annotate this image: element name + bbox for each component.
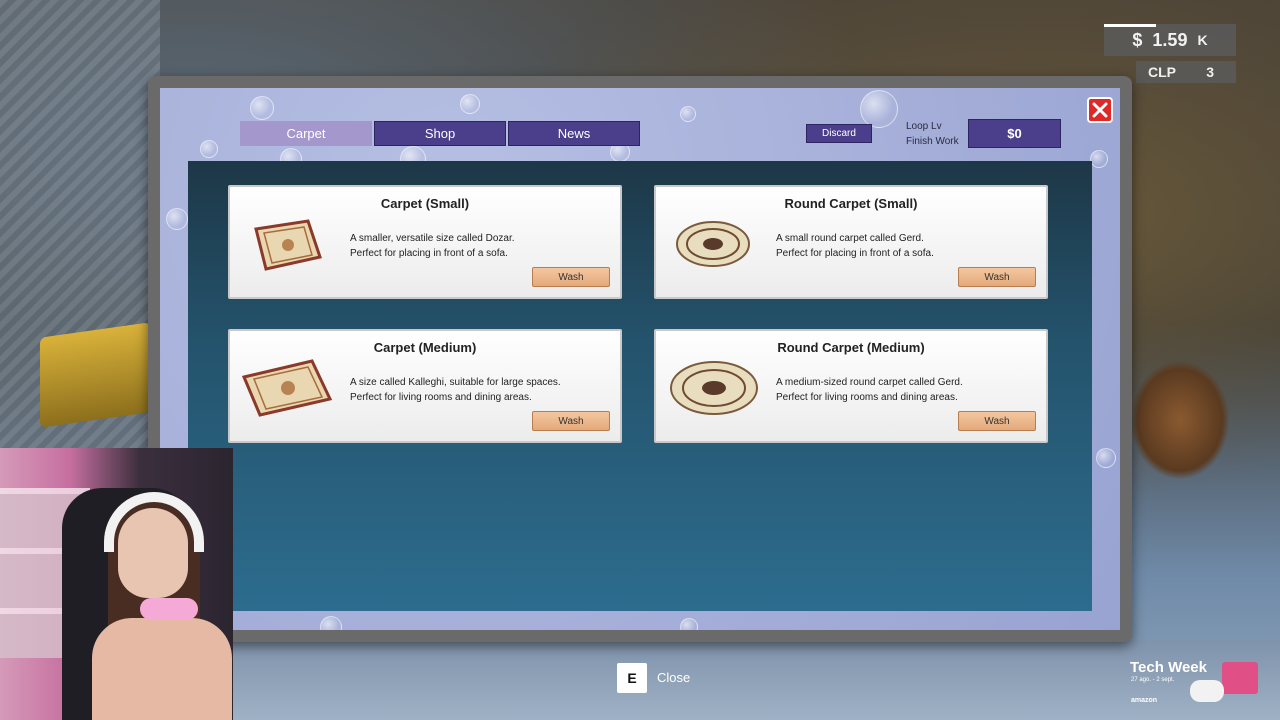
card-title: Carpet (Medium) <box>373 340 477 355</box>
close-window-button[interactable] <box>1087 97 1113 123</box>
tab-shop[interactable]: Shop <box>374 121 506 146</box>
card-desc-line: A medium-sized round carpet called Gerd. <box>776 377 963 388</box>
background-toolbox <box>40 322 150 428</box>
wash-button[interactable]: Wash <box>958 411 1036 431</box>
round-carpet-card-small: Round Carpet (Small) A small round carpe… <box>654 185 1048 299</box>
webcam-overlay <box>0 448 233 720</box>
wash-button[interactable]: Wash <box>532 411 610 431</box>
card-description: A size called Kalleghi, suitable for lar… <box>350 375 610 405</box>
bubble-decoration <box>460 94 480 114</box>
card-desc-line: A smaller, versatile size called Dozar. <box>350 233 515 244</box>
tech-week-logo-box <box>1222 662 1258 694</box>
bubble-decoration <box>320 616 342 630</box>
card-desc-line: A small round carpet called Gerd. <box>776 233 924 244</box>
tab-carpet[interactable]: Carpet <box>240 121 372 146</box>
carpet-card-small: Carpet (Small) A smaller, versatile size… <box>228 185 622 299</box>
clp-display: CLP 3 <box>1136 61 1236 83</box>
bubble-decoration <box>1096 448 1116 468</box>
finish-work-button[interactable]: $0 <box>968 119 1061 148</box>
key-e-prompt[interactable]: E <box>617 663 647 693</box>
money-display: $ 1.59 K <box>1104 24 1236 56</box>
bubble-decoration <box>680 106 696 122</box>
discard-button[interactable]: Discard <box>806 124 872 143</box>
wash-button[interactable]: Wash <box>958 267 1036 287</box>
bubble-decoration <box>200 140 218 158</box>
card-desc-line: A size called Kalleghi, suitable for lar… <box>350 377 561 388</box>
carpet-card-medium: Carpet (Medium) A size called Kalleghi, … <box>228 329 622 443</box>
amazon-logo: amazon <box>1131 697 1158 704</box>
card-desc-line: Perfect for living rooms and dining area… <box>350 392 532 403</box>
tech-week-title: Tech Week <box>1130 659 1207 676</box>
microphone-icon <box>140 598 198 620</box>
close-icon <box>1092 102 1108 118</box>
window-content: Carpet Shop News Discard Loop Lv Finish … <box>160 88 1120 630</box>
card-title: Carpet (Small) <box>380 196 470 211</box>
tech-week-dates: 27 ago. - 2 sept. <box>1131 677 1175 683</box>
clp-value: 3 <box>1206 64 1214 80</box>
round-carpet-icon <box>676 221 750 267</box>
card-title: Round Carpet (Small) <box>784 196 918 211</box>
rectangular-carpet-icon <box>241 359 333 417</box>
money-symbol: $ <box>1132 29 1143 50</box>
rectangular-carpet-icon <box>254 219 322 271</box>
bubble-decoration <box>250 96 274 120</box>
card-description: A smaller, versatile size called Dozar. … <box>350 231 610 261</box>
card-description: A medium-sized round carpet called Gerd.… <box>776 375 1036 405</box>
carpet-menu-window: Carpet Shop News Discard Loop Lv Finish … <box>148 76 1132 642</box>
bubble-decoration <box>680 618 698 630</box>
card-title: Round Carpet (Medium) <box>777 340 925 355</box>
money-unit: K <box>1197 32 1208 48</box>
loop-level-label: Loop Lv <box>906 121 942 132</box>
tab-news[interactable]: News <box>508 121 640 146</box>
round-carpet-icon <box>670 361 758 415</box>
card-description: A small round carpet called Gerd. Perfec… <box>776 231 1036 261</box>
card-desc-line: Perfect for placing in front of a sofa. <box>350 248 508 259</box>
bubble-decoration <box>166 208 188 230</box>
bubble-decoration <box>860 90 898 128</box>
background-brush <box>1130 360 1230 480</box>
background-floor <box>230 640 1280 720</box>
round-carpet-card-medium: Round Carpet (Medium) A medium-sized rou… <box>654 329 1048 443</box>
finish-work-label: Finish Work <box>906 136 959 147</box>
clp-label: CLP <box>1148 64 1176 80</box>
controller-icon <box>1190 680 1224 702</box>
close-prompt-label: Close <box>657 670 691 685</box>
card-desc-line: Perfect for living rooms and dining area… <box>776 392 958 403</box>
carpet-list-panel: Carpet (Small) A smaller, versatile size… <box>188 161 1092 611</box>
card-desc-line: Perfect for placing in front of a sofa. <box>776 248 934 259</box>
bubble-decoration <box>1090 150 1108 168</box>
webcam-body <box>92 618 232 720</box>
money-value: 1.59 <box>1152 29 1188 50</box>
wash-button[interactable]: Wash <box>532 267 610 287</box>
